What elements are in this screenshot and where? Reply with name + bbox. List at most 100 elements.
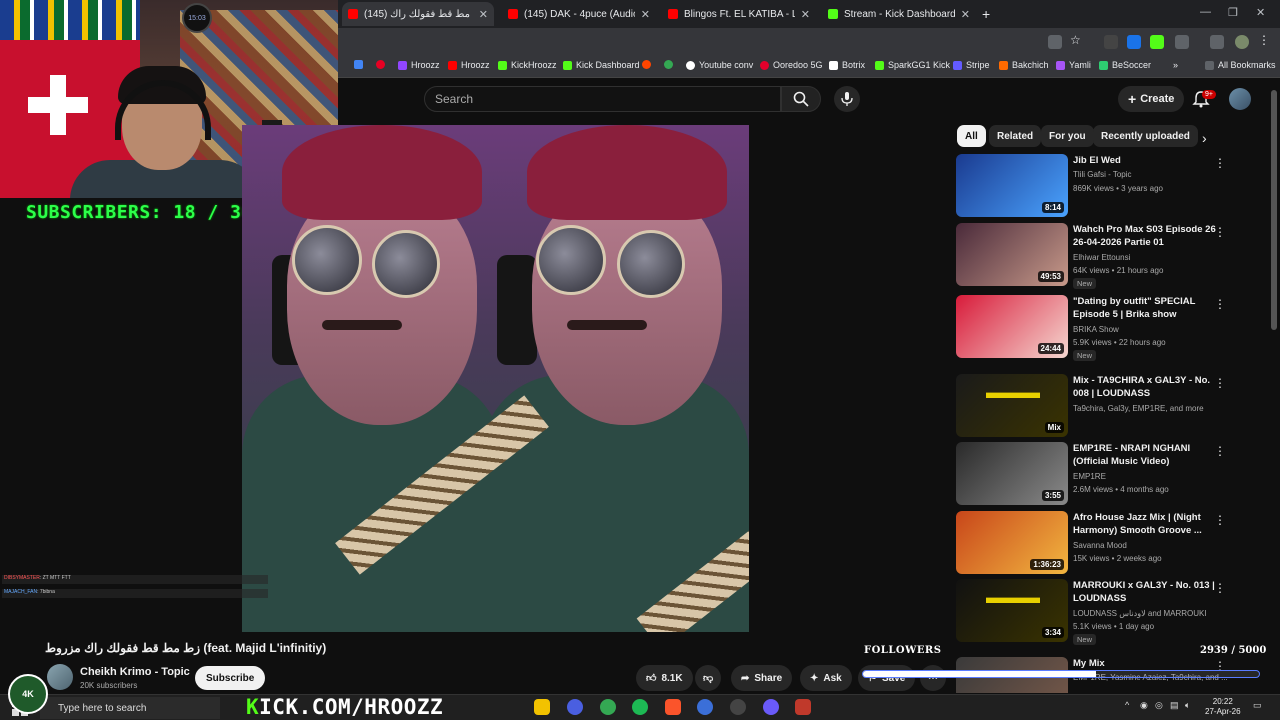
extension-icon[interactable] — [1150, 35, 1164, 49]
channel-name[interactable]: Cheikh Krimo - Topic — [80, 666, 190, 678]
video-thumbnail[interactable]: 3:55 — [956, 442, 1068, 505]
bookmark-five[interactable] — [664, 60, 673, 69]
rec-channel[interactable]: Ta9chira, Gal3y, EMP1RE, and more — [1073, 402, 1253, 415]
share-button[interactable]: ➦ Share — [731, 665, 793, 691]
tab-blingos[interactable]: Blingos Ft. EL KATIBA - La Fafa ✕ — [662, 2, 816, 26]
taskbar-clock[interactable]: 20:22 27-Apr-26 — [1205, 697, 1241, 717]
rec-title[interactable]: Mix - TA9CHIRA x GAL3Y - No. 008 | LOUDN… — [1073, 374, 1226, 400]
minimize-icon[interactable]: — — [1200, 6, 1211, 18]
app-icon[interactable] — [567, 699, 583, 715]
bookmark-hroozz-twitch[interactable]: Hroozz — [398, 60, 440, 70]
tray-app-icon[interactable]: ◉ — [1140, 700, 1148, 711]
create-button[interactable]: + Create — [1118, 86, 1185, 112]
page-scrollbar[interactable] — [1271, 90, 1277, 330]
bookmark-pinterest[interactable] — [376, 60, 385, 69]
rec-title[interactable]: Wahch Pro Max S03 Episode 26 26-04-2026 … — [1073, 223, 1226, 249]
account-avatar[interactable] — [1229, 88, 1251, 110]
channel-avatar[interactable] — [47, 664, 73, 690]
obs-icon[interactable] — [730, 699, 746, 715]
extension-icon[interactable] — [1127, 35, 1141, 49]
video-thumbnail[interactable]: ▬▬▬ Mix — [956, 374, 1068, 437]
rec-channel[interactable]: BRIKA Show — [1073, 323, 1253, 336]
network-icon[interactable]: ▤ — [1170, 700, 1179, 711]
bookmark-sparkgg1[interactable]: SparkGG1 Kick — [875, 60, 950, 70]
close-tab-icon[interactable]: ✕ — [801, 8, 810, 21]
bookmark-stripe[interactable]: Stripe — [953, 60, 990, 70]
bookmark-star-icon[interactable]: ☆ — [1070, 33, 1084, 47]
more-vert-icon[interactable]: ⋮ — [1214, 444, 1226, 458]
subscribe-button[interactable]: Subscribe — [195, 666, 266, 690]
maximize-icon[interactable]: ❐ — [1228, 6, 1238, 19]
new-tab-icon[interactable]: + — [982, 6, 990, 22]
media-control-icon[interactable] — [1210, 35, 1224, 49]
more-vert-icon[interactable]: ⋮ — [1214, 225, 1226, 239]
rec-channel[interactable]: Savanna Mood — [1073, 539, 1253, 552]
video-thumbnail[interactable]: 1:36:23 — [956, 511, 1068, 574]
recommendation-item[interactable]: ▬▬▬ Mix Mix - TA9CHIRA x GAL3Y - No. 008… — [956, 374, 1266, 438]
tab-video[interactable]: زط مط قط فقولك راك (145) ✕ — [342, 2, 494, 26]
search-input[interactable]: Search — [424, 86, 781, 112]
bookmark-kickhroozz[interactable]: KickHroozz — [498, 60, 557, 70]
like-button[interactable]: 👍︎ 8.1K — [636, 665, 693, 691]
ask-button[interactable]: ✦ Ask — [800, 665, 852, 691]
chip-related[interactable]: Related — [989, 125, 1042, 147]
rec-channel[interactable]: Tlili Gafsi - Topic — [1073, 168, 1253, 181]
rec-title[interactable]: MARROUKI x GAL3Y - No. 013 | LOUDNASS — [1073, 579, 1226, 605]
app-icon[interactable] — [763, 699, 779, 715]
tray-app-icon[interactable]: ◎ — [1155, 700, 1163, 711]
recommendation-item[interactable]: 3:55 EMP1RE - NRAPI NGHANI (Official Mus… — [956, 442, 1266, 506]
chevron-right-icon[interactable]: › — [1202, 130, 1207, 146]
tab-dak[interactable]: (145) DAK - 4puce (Audio) (Expl ✕ — [502, 2, 656, 26]
rec-channel[interactable]: EMP1RE — [1073, 470, 1253, 483]
volume-icon[interactable]: 🔈︎ — [1185, 700, 1190, 711]
chip-for-you[interactable]: For you — [1041, 125, 1094, 147]
voice-search-button[interactable] — [834, 86, 860, 112]
spotify-icon[interactable] — [632, 699, 648, 715]
more-actions-button[interactable]: ⋯ — [920, 665, 946, 691]
more-vert-icon[interactable]: ⋮ — [1214, 581, 1226, 595]
browser-icon[interactable] — [697, 699, 713, 715]
bookmark-ooredoo[interactable]: Ooredoo 5G — [760, 60, 823, 70]
bookmark-hroozz-youtube[interactable]: Hroozz — [448, 60, 490, 70]
rec-title[interactable]: EMP1RE - NRAPI NGHANI (Official Music Vi… — [1073, 442, 1226, 468]
close-tab-icon[interactable]: ✕ — [479, 8, 488, 21]
rec-title[interactable]: My Mix — [1073, 657, 1226, 670]
bookmarks-overflow-icon[interactable]: » — [1173, 60, 1178, 70]
rec-title[interactable]: Afro House Jazz Mix | (Night Harmony) Sm… — [1073, 511, 1226, 537]
bookmark-yamli[interactable]: Yamli — [1056, 60, 1091, 70]
bookmark-google[interactable] — [354, 60, 363, 69]
all-bookmarks[interactable]: All Bookmarks — [1205, 60, 1276, 70]
cast-icon[interactable] — [1048, 35, 1062, 49]
rec-title[interactable]: Jib El Wed — [1073, 154, 1226, 167]
more-vert-icon[interactable]: ⋮ — [1214, 376, 1226, 390]
video-thumbnail[interactable]: 49:53 — [956, 223, 1068, 286]
bookmark-besoccer[interactable]: BeSoccer — [1099, 60, 1151, 70]
bookmark-botrix[interactable]: Botrix — [829, 60, 865, 70]
save-button[interactable]: ⚑ Save — [858, 665, 916, 691]
rec-channel[interactable]: LOUDNASS لاودناس and MARROUKI — [1073, 607, 1253, 620]
chrome-icon[interactable] — [600, 699, 616, 715]
dislike-button[interactable]: 👎︎ — [695, 665, 722, 691]
tab-kick-dashboard[interactable]: Stream - Kick Dashboard ✕ — [822, 2, 976, 26]
video-thumbnail[interactable]: 24:44 — [956, 295, 1068, 358]
more-vert-icon[interactable]: ⋮ — [1214, 297, 1226, 311]
video-thumbnail[interactable]: 8:14 — [956, 154, 1068, 217]
tray-chevron-icon[interactable]: ^ — [1125, 700, 1129, 710]
extensions-puzzle-icon[interactable] — [1175, 35, 1189, 49]
more-vert-icon[interactable]: ⋮ — [1214, 513, 1226, 527]
recommendation-item[interactable]: 8:14 Jib El Wed Tlili Gafsi - Topic 869K… — [956, 154, 1266, 218]
file-explorer-icon[interactable] — [534, 699, 550, 715]
more-vert-icon[interactable]: ⋮ — [1214, 156, 1226, 170]
recommendation-item[interactable]: 1:36:23 Afro House Jazz Mix | (Night Har… — [956, 511, 1266, 575]
recommendation-item[interactable]: 49:53 Wahch Pro Max S03 Episode 26 26-04… — [956, 223, 1266, 289]
search-button[interactable] — [781, 86, 821, 112]
taskbar-search-input[interactable]: Type here to search — [40, 697, 220, 719]
browser-menu-icon[interactable]: ⋮ — [1258, 33, 1272, 47]
chip-all[interactable]: All — [957, 125, 986, 147]
recommendation-item[interactable]: 24:44 "Dating by outfit" SPECIAL Episode… — [956, 295, 1266, 361]
bookmark-youtube-conv[interactable]: Youtube conv — [686, 60, 753, 70]
video-thumbnail[interactable]: ▬▬▬ 3:34 — [956, 579, 1068, 642]
bookmark-kick-dashboard[interactable]: Kick Dashboard — [563, 60, 640, 70]
rec-channel[interactable]: Elhiwar Ettounsi — [1073, 251, 1253, 264]
video-player[interactable] — [242, 125, 749, 632]
